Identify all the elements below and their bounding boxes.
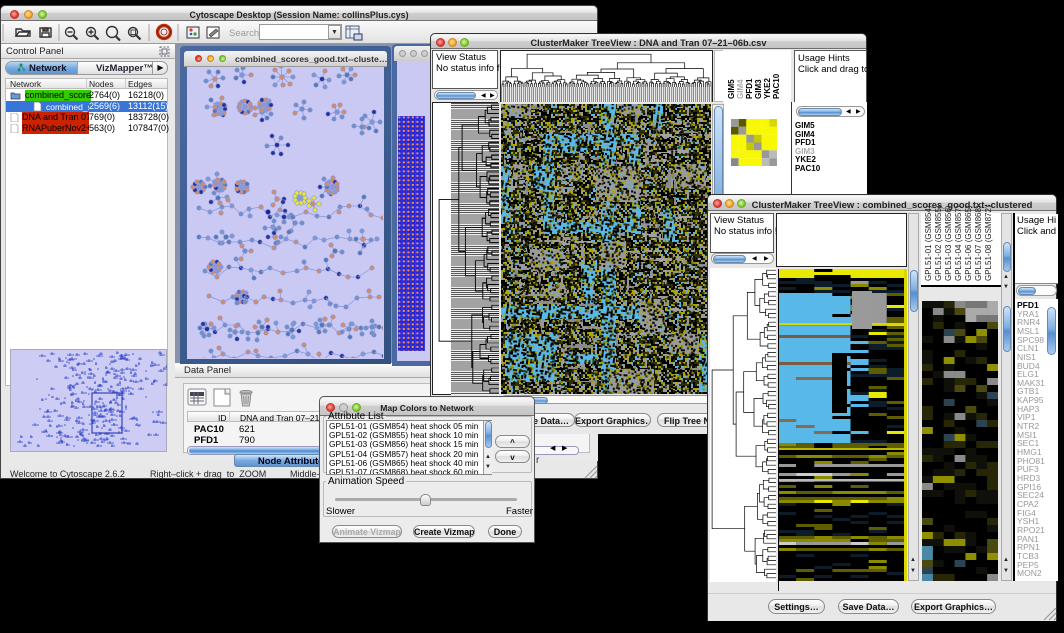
svg-text:GPL51-06 (GSM865): GPL51-06 (GSM865) (964, 206, 973, 281)
svg-text:GPL51-01 (GSM854): GPL51-01 (GSM854) (924, 206, 933, 281)
svg-text:GPL51-07 (GSM868): GPL51-07 (GSM868) (974, 206, 983, 281)
svg-text:GPL51-02 (GSM855): GPL51-02 (GSM855) (934, 206, 943, 281)
svg-text:PFD1: PFD1 (745, 78, 754, 99)
svg-text:GIM5: GIM5 (727, 79, 736, 99)
svg-text:GIM4: GIM4 (736, 79, 745, 99)
svg-text:GPL51-04 (GSM857): GPL51-04 (GSM857) (954, 206, 963, 281)
svg-text:YKE2: YKE2 (763, 78, 772, 99)
svg-text:GPL51-08 (GSM872): GPL51-08 (GSM872) (984, 206, 993, 281)
svg-text:GIM3: GIM3 (754, 79, 763, 99)
svg-text:PAC10: PAC10 (772, 73, 781, 99)
svg-text:GPL51-03 (GSM856): GPL51-03 (GSM856) (944, 206, 953, 281)
